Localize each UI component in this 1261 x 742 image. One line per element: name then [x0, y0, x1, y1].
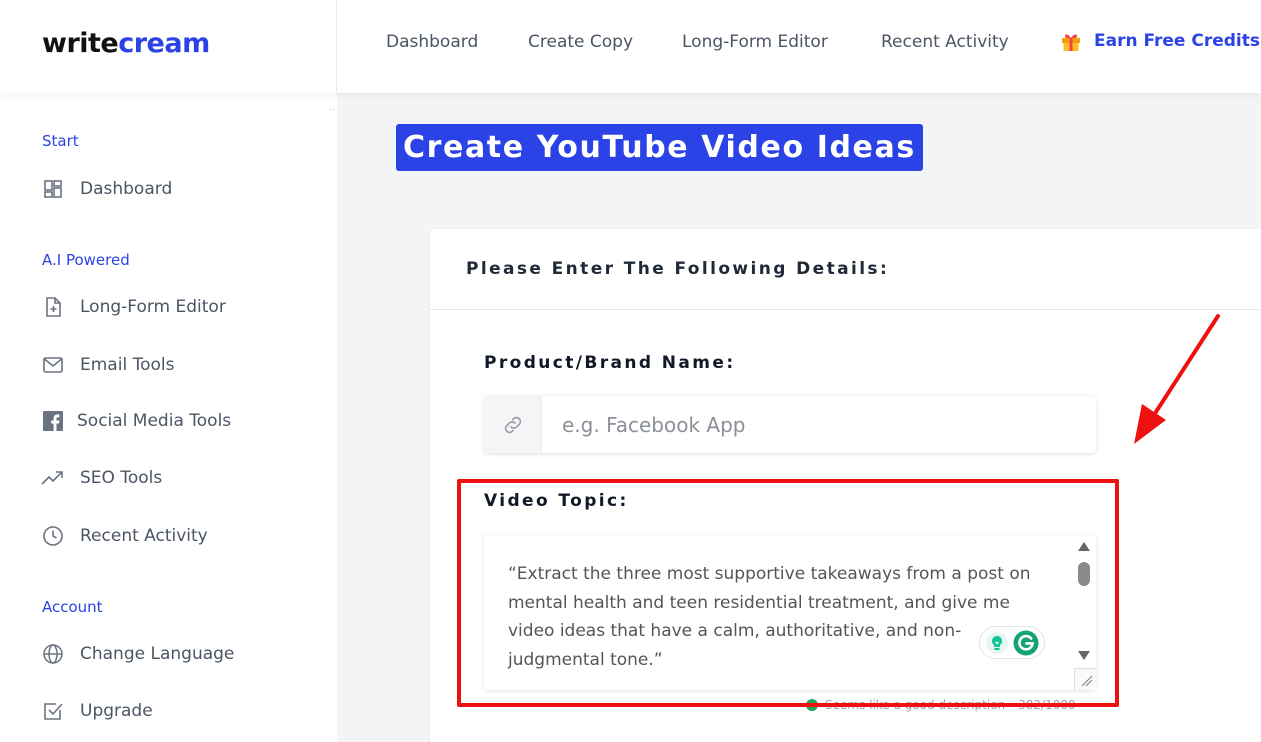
sidebar-resize-grip[interactable]: ··	[329, 104, 335, 114]
nav-recent-activity[interactable]: Recent Activity	[881, 32, 1009, 52]
sidebar-item-dashboard[interactable]: Dashboard	[40, 176, 172, 202]
character-count: 382/1000	[1018, 698, 1076, 712]
scroll-down-arrow-icon[interactable]	[1078, 651, 1090, 660]
description-feedback: Seems like a good description 382/1000	[806, 698, 1076, 712]
nav-earn-free-credits[interactable]: Earn Free Credits	[1060, 30, 1260, 52]
product-brand-name-input[interactable]	[542, 396, 1096, 453]
scroll-thumb[interactable]	[1078, 562, 1090, 586]
globe-icon	[40, 641, 66, 667]
sidebar-item-label: Recent Activity	[80, 526, 208, 546]
scroll-up-arrow-icon[interactable]	[1078, 542, 1090, 551]
lightbulb-icon[interactable]	[985, 631, 1009, 655]
video-topic-textarea[interactable]: “Extract the three most supportive takea…	[484, 535, 1096, 690]
clock-icon	[40, 523, 66, 549]
trending-icon	[40, 465, 66, 491]
sidebar-item-seo-tools[interactable]: SEO Tools	[40, 465, 162, 491]
grammarly-icon[interactable]	[1013, 630, 1039, 656]
product-brand-name-label: Product/Brand Name:	[484, 353, 736, 373]
gift-icon	[1062, 34, 1080, 51]
logo-text-write: write	[42, 28, 119, 59]
nav-create-copy[interactable]: Create Copy	[528, 32, 633, 52]
nav-long-form-editor[interactable]: Long-Form Editor	[682, 32, 828, 52]
success-dot-icon	[806, 699, 818, 711]
sidebar-section-start: Start	[42, 132, 79, 150]
envelope-icon	[40, 352, 66, 378]
card-header: Please Enter The Following Details:	[430, 229, 1261, 310]
red-arrow-annotation-icon	[1134, 314, 1220, 444]
document-plus-icon	[40, 294, 66, 320]
sidebar-item-change-language[interactable]: Change Language	[40, 641, 234, 667]
link-icon	[484, 396, 542, 453]
sidebar-item-label: Dashboard	[80, 179, 173, 199]
sidebar-section-ai-powered: A.I Powered	[42, 251, 130, 269]
logo-text-cream: cream	[118, 28, 210, 59]
sidebar-section-account: Account	[42, 598, 103, 616]
top-navigation-bar: writecream Dashboard Create Copy Long-Fo…	[0, 0, 1261, 93]
sidebar-item-label: SEO Tools	[80, 468, 163, 488]
resize-handle-icon[interactable]	[1074, 668, 1096, 690]
nav-dashboard[interactable]: Dashboard	[386, 32, 478, 52]
sidebar-item-social-media-tools[interactable]: Social Media Tools	[40, 408, 231, 434]
video-topic-value: “Extract the three most supportive takea…	[508, 564, 1031, 671]
sidebar-item-upgrade[interactable]: Upgrade	[40, 698, 153, 724]
product-brand-name-group	[484, 396, 1096, 453]
sidebar-item-recent-activity[interactable]: Recent Activity	[40, 523, 208, 549]
grammarly-widget[interactable]	[979, 626, 1045, 659]
video-topic-label: Video Topic:	[484, 491, 629, 511]
sidebar-item-label: Social Media Tools	[77, 411, 232, 431]
dashboard-icon	[40, 176, 66, 202]
helper-text: Seems like a good description	[825, 698, 1006, 712]
sidebar-item-label: Change Language	[80, 644, 235, 664]
sidebar-item-long-form-editor[interactable]: Long-Form Editor	[40, 294, 226, 320]
card-header-title: Please Enter The Following Details:	[466, 259, 890, 279]
sidebar-item-label: Upgrade	[80, 701, 153, 721]
page-title: Create YouTube Video Ideas	[396, 124, 923, 171]
textarea-scrollbar[interactable]	[1072, 535, 1096, 665]
earn-free-credits-label: Earn Free Credits	[1094, 31, 1261, 51]
facebook-icon	[40, 408, 66, 434]
writecream-logo[interactable]: writecream	[42, 28, 210, 59]
sidebar-item-label: Long-Form Editor	[80, 297, 226, 317]
logo-container: writecream	[0, 0, 337, 93]
sidebar-item-email-tools[interactable]: Email Tools	[40, 352, 174, 378]
checkbox-icon	[40, 698, 66, 724]
sidebar-item-label: Email Tools	[80, 355, 175, 375]
